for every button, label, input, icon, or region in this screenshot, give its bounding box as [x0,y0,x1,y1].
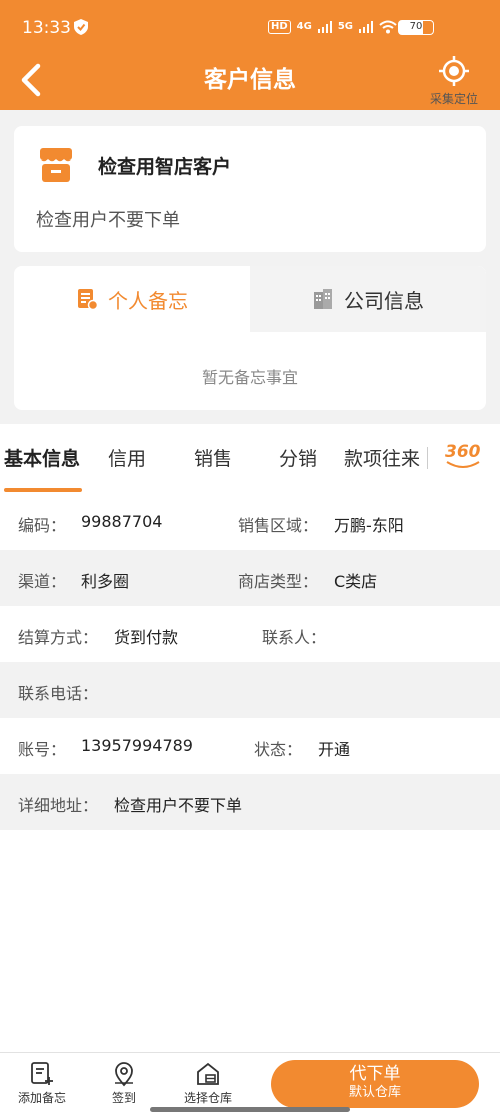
memo-icon [78,289,98,310]
tab-payments[interactable]: 款项往来 [344,444,420,471]
info-row-settlement: 结算方式： 货到付款 联系人： [0,606,500,662]
info-tabs: 基本信息 信用 销售 分销 款项往来 360 [0,424,500,494]
state-value: 开通 [318,740,351,759]
active-tab-indicator [4,488,82,492]
memo-empty-text: 暂无备忘事宜 [201,368,298,387]
signal-icon-2 [359,21,374,33]
info-row-account: 账号： 13957994789 状态： 开通 [0,718,500,774]
view-360-icon[interactable]: 360 [445,442,481,472]
settle-value: 货到付款 [114,628,179,647]
info-row-phone: 联系电话： [0,662,500,718]
place-order-label: 代下单 [349,1064,401,1084]
state-label: 状态： [254,740,303,759]
shop-type-label: 商店类型： [238,572,319,591]
contact-label: 联系人： [262,628,327,647]
tab-credit[interactable]: 信用 [108,444,146,471]
battery-icon: 70 [398,20,434,35]
phone-label: 联系电话： [18,684,99,703]
select-warehouse-button[interactable]: 选择仓库 [180,1061,236,1106]
tab-basic-info[interactable]: 基本信息 [4,444,80,471]
wifi-icon [379,20,397,34]
status-time: 13:33 [22,18,71,38]
info-row-code: 编码： 99887704 销售区域： 万鹏-东阳 [0,494,500,550]
home-indicator [150,1107,350,1112]
shield-icon [74,19,88,35]
channel-value: 利多圈 [81,572,130,591]
locate-icon [439,56,469,86]
network-5g-label: 5G [337,21,354,32]
battery-level: 70 [409,21,423,32]
tab-personal-memo-label: 个人备忘 [108,288,188,313]
tab-distribution[interactable]: 分销 [279,444,317,471]
checkin-label: 签到 [111,1091,136,1105]
tab-company-info-label: 公司信息 [344,288,424,313]
tab-personal-memo[interactable]: 个人备忘 [14,266,250,332]
tab-sales[interactable]: 销售 [194,444,232,471]
address-value: 检查用户不要下单 [114,796,243,815]
customer-card: 检查用智店客户 检查用户不要下单 [14,126,486,252]
customer-name: 检查用智店客户 [98,156,232,178]
content-blank-area [0,830,500,1052]
memo-card: 个人备忘 公司信息 暂无备忘事宜 [14,266,486,410]
page-title: 客户信息 [204,67,296,93]
account-value: 13957994789 [81,736,193,755]
region-value: 万鹏-东阳 [334,516,404,535]
map-pin-icon [115,1062,133,1087]
code-label: 编码： [18,516,67,535]
address-label: 详细地址： [18,796,99,815]
tab-divider [427,447,428,469]
channel-label: 渠道： [18,572,67,591]
account-label: 账号： [18,740,67,759]
info-list: 编码： 99887704 销售区域： 万鹏-东阳 渠道： 利多圈 商店类型： C… [0,494,500,830]
checkin-button[interactable]: 签到 [104,1061,144,1106]
code-value: 99887704 [81,512,163,531]
hd-badge: HD [268,20,291,34]
bottom-toolbar: 添加备忘 签到 选择仓库 代下单 默认仓库 [0,1052,500,1115]
signal-icon [317,21,332,33]
locate-button[interactable]: 采集定位 [426,56,482,107]
warehouse-icon [197,1062,219,1085]
locate-label: 采集定位 [429,92,478,106]
default-warehouse-label: 默认仓库 [348,1085,401,1100]
add-memo-icon [31,1062,53,1085]
select-warehouse-label: 选择仓库 [183,1091,232,1105]
customer-subtitle: 检查用户不要下单 [36,210,180,231]
info-row-channel: 渠道： 利多圈 商店类型： C类店 [0,550,500,606]
shop-type-value: C类店 [334,572,378,591]
add-memo-button[interactable]: 添加备忘 [16,1061,68,1106]
tab-company-info[interactable]: 公司信息 [250,266,486,332]
info-row-address: 详细地址： 检查用户不要下单 [0,774,500,830]
region-label: 销售区域： [238,516,319,535]
status-bar: 13:33 HD 4G 5G 70 [0,0,500,58]
building-icon [314,289,332,309]
place-order-button[interactable]: 代下单 默认仓库 [271,1060,479,1108]
top-bar: 13:33 HD 4G 5G 70 客户信息 采集定位 [0,0,500,110]
network-4g-label: 4G [296,21,312,32]
shop-icon [39,148,73,182]
view-360-label: 360 [445,442,481,462]
add-memo-label: 添加备忘 [17,1091,66,1105]
settle-label: 结算方式： [18,628,99,647]
